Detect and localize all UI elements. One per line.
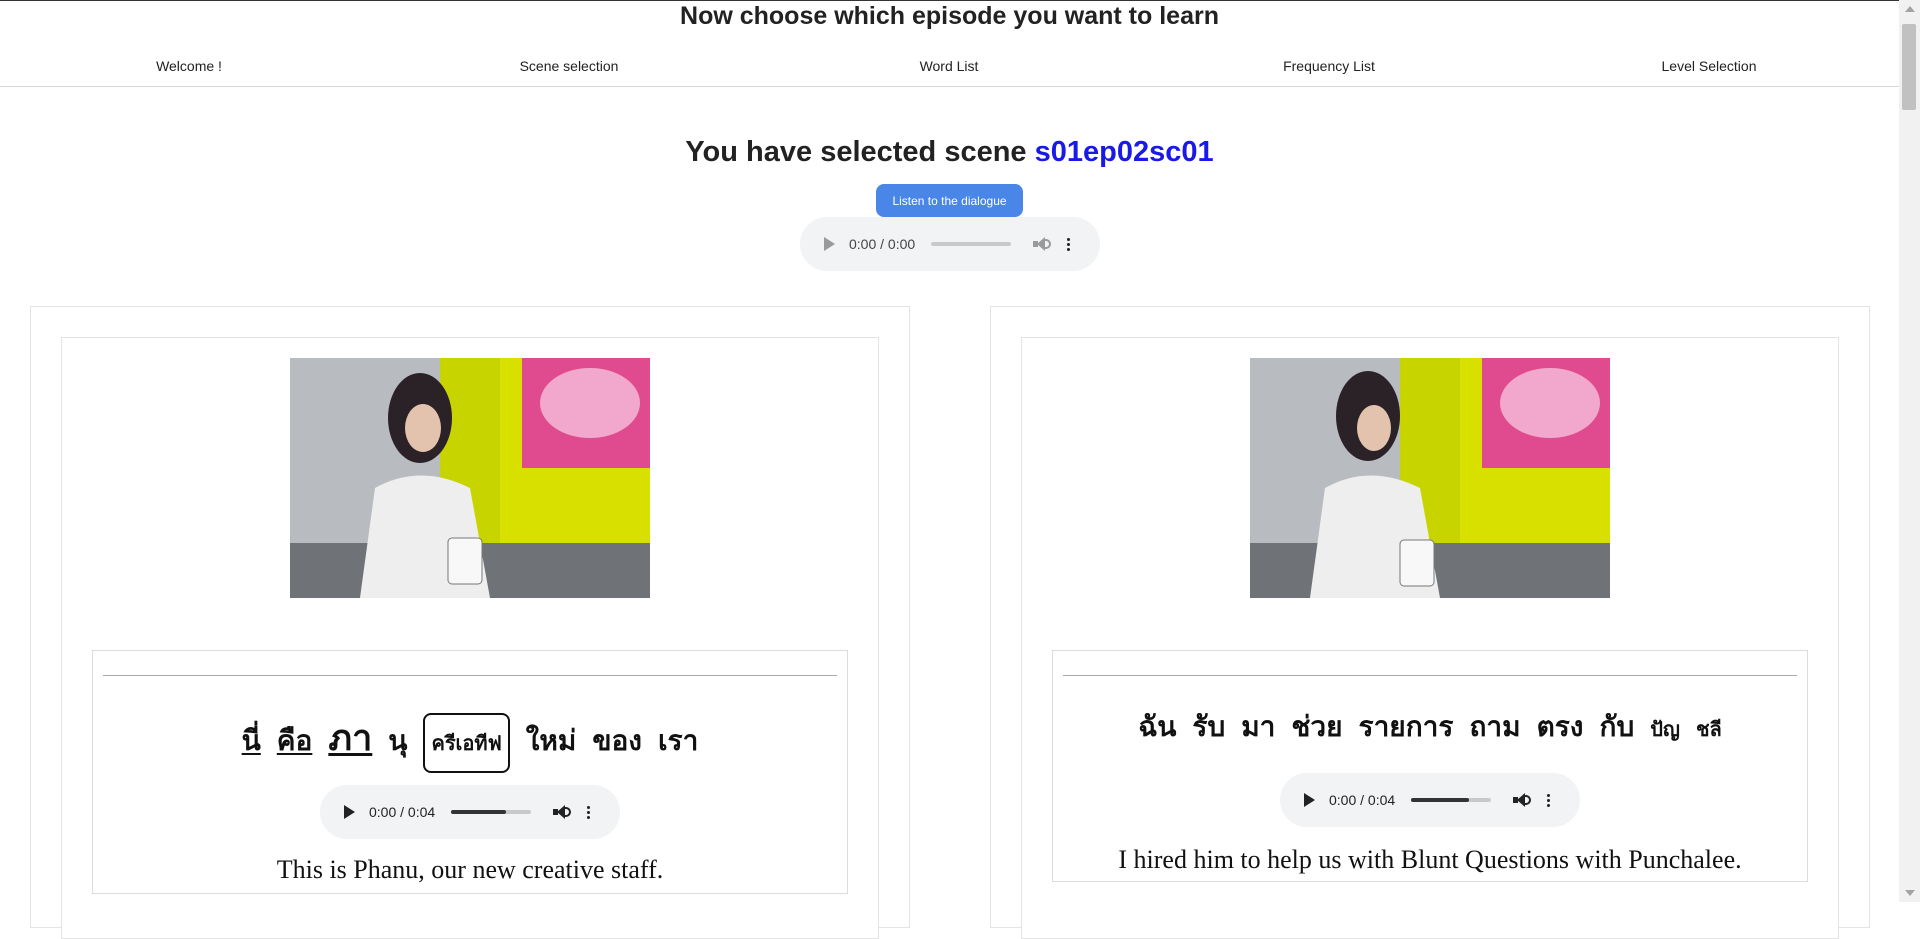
thai-word[interactable]: ของ <box>592 719 642 763</box>
dialogue-line-box: นี่ คือ ภา นุ ครีเอทีฟ ใหม่ ของ เรา 0:00 / 0:04… <box>92 650 848 894</box>
top-border <box>0 0 1899 1</box>
audio-time: 0:00 / 0:00 <box>849 236 916 252</box>
selected-scene-id: s01ep02sc01 <box>1034 136 1214 168</box>
thai-word[interactable]: คือ <box>277 719 313 763</box>
scene-image-svg <box>1250 358 1610 598</box>
english-translation: I hired him to help us with Blunt Questi… <box>1118 845 1742 874</box>
thai-word[interactable]: ชลี <box>1696 713 1722 745</box>
thai-word[interactable]: นี่ <box>242 719 261 763</box>
thai-word[interactable]: ใหม่ <box>526 719 577 763</box>
thai-word[interactable]: ปัญ <box>1650 713 1680 745</box>
nav-level-selection[interactable]: Level Selection <box>1662 58 1757 74</box>
audio-seek-bar[interactable] <box>1411 798 1492 802</box>
thai-word[interactable]: มา <box>1241 705 1275 749</box>
thai-word[interactable]: ช่วย <box>1291 705 1342 749</box>
audio-seek-bar[interactable] <box>451 810 532 814</box>
more-options-icon[interactable] <box>1547 793 1551 807</box>
top-nav: Welcome ! Scene selection Word List Freq… <box>0 54 1899 87</box>
thai-word[interactable]: ฉัน <box>1138 705 1176 749</box>
divider <box>103 675 837 676</box>
nav-word-list[interactable]: Word List <box>920 58 979 74</box>
play-icon[interactable] <box>824 237 835 251</box>
nav-welcome[interactable]: Welcome ! <box>156 58 222 74</box>
play-icon[interactable] <box>344 805 355 819</box>
scroll-down-icon[interactable] <box>1905 890 1915 896</box>
nav-scene-selection[interactable]: Scene selection <box>520 58 619 74</box>
selected-scene-heading: You have selected scene s01ep02sc01 <box>0 134 1899 170</box>
dialogue-card-left: นี่ คือ ภา นุ ครีเอทีฟ ใหม่ ของ เรา 0:00 / 0:04… <box>30 306 910 939</box>
scroll-up-icon[interactable] <box>1905 6 1915 12</box>
audio-time: 0:00 / 0:04 <box>1329 792 1396 808</box>
page-scrollbar[interactable] <box>1899 0 1920 902</box>
dialogue-card-inner: นี่ คือ ภา นุ ครีเอทีฟ ใหม่ ของ เรา 0:00 / 0:04… <box>61 337 879 939</box>
selected-scene-prefix: You have selected scene <box>685 136 1027 168</box>
dialogue-line-box: ฉัน รับ มา ช่วย รายการ ถาม ตรง กับ ปัญ ชลี 0:00 /… <box>1052 650 1808 882</box>
thai-word[interactable]: ครีเอทีฟ <box>423 713 510 773</box>
more-options-icon[interactable] <box>587 805 591 819</box>
thai-word[interactable]: ถาม <box>1469 705 1520 749</box>
thai-word[interactable]: กับ <box>1599 705 1634 749</box>
thai-word[interactable]: เรา <box>658 719 698 763</box>
scene-image <box>290 358 650 598</box>
page-title: Now choose which episode you want to lea… <box>680 2 1219 30</box>
scrollbar-thumb[interactable] <box>1902 24 1916 110</box>
line-audio-player[interactable]: 0:00 / 0:04 <box>1280 773 1580 827</box>
listen-dialogue-button[interactable]: Listen to the dialogue <box>876 184 1023 217</box>
dialogue-audio-player[interactable]: 0:00 / 0:00 <box>800 217 1100 271</box>
english-translation: This is Phanu, our new creative staff. <box>276 855 664 884</box>
dialogue-card-inner: ฉัน รับ มา ช่วย รายการ ถาม ตรง กับ ปัญ ชลี 0:00 /… <box>1021 337 1839 939</box>
audio-time: 0:00 / 0:04 <box>369 804 436 820</box>
volume-icon[interactable] <box>1033 236 1052 252</box>
thai-sentence: นี่ คือ ภา นุ ครีเอทีฟ ใหม่ ของ เรา <box>93 709 847 773</box>
scene-image-svg <box>290 358 650 598</box>
thai-word[interactable]: นุ <box>388 719 407 763</box>
more-options-icon[interactable] <box>1067 237 1071 251</box>
thai-word[interactable]: ภา <box>328 709 372 766</box>
thai-word[interactable]: รับ <box>1192 705 1225 749</box>
line-audio-player[interactable]: 0:00 / 0:04 <box>320 785 620 839</box>
thai-sentence: ฉัน รับ มา ช่วย รายการ ถาม ตรง กับ ปัญ ชลี <box>1053 705 1807 749</box>
volume-icon[interactable] <box>1513 792 1532 808</box>
play-icon[interactable] <box>1304 793 1315 807</box>
thai-word[interactable]: รายการ <box>1359 705 1454 749</box>
audio-seek-bar[interactable] <box>931 242 1012 246</box>
scene-image <box>1250 358 1610 598</box>
volume-icon[interactable] <box>553 804 572 820</box>
thai-word[interactable]: ตรง <box>1537 705 1584 749</box>
nav-frequency-list[interactable]: Frequency List <box>1283 58 1375 74</box>
divider <box>1063 675 1797 676</box>
dialogue-card-right: ฉัน รับ มา ช่วย รายการ ถาม ตรง กับ ปัญ ชลี 0:00 /… <box>990 306 1870 939</box>
